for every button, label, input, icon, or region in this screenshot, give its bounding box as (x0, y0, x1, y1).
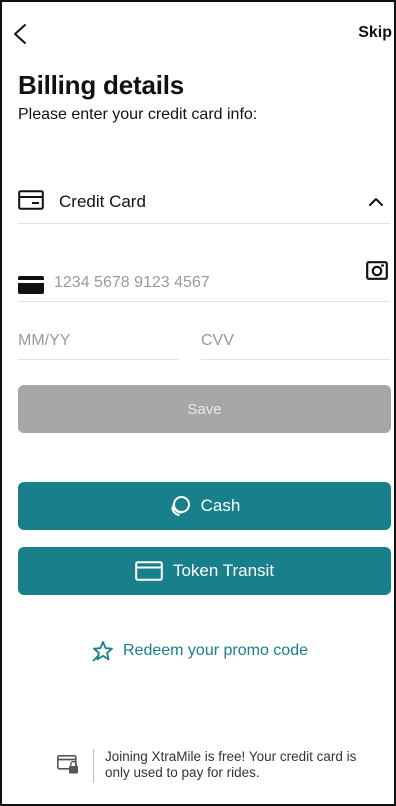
back-button[interactable] (10, 20, 34, 48)
secure-card-lock-icon (57, 755, 79, 780)
redeem-promo-link[interactable]: Redeem your promo code (2, 640, 396, 662)
credit-card-outline-icon (135, 561, 163, 581)
screen: Skip Billing details Please enter your c… (0, 0, 396, 806)
chevron-up-icon[interactable] (368, 194, 384, 212)
page-title: Billing details (18, 70, 185, 100)
credit-card-filled-icon (18, 276, 44, 299)
payment-method-selector[interactable]: Credit Card (18, 180, 390, 224)
camera-scan-icon[interactable] (366, 260, 388, 285)
token-transit-button[interactable]: Token Transit (18, 547, 391, 595)
expiry-field (18, 332, 179, 360)
cash-coin-icon (169, 495, 191, 517)
cvv-field (201, 332, 390, 360)
footer-note: Joining XtraMile is free! Your credit ca… (57, 747, 377, 787)
chevron-left-icon (14, 24, 26, 44)
footer-text: Joining XtraMile is free! Your credit ca… (105, 749, 357, 780)
card-number-row (18, 260, 390, 302)
skip-button[interactable]: Skip (358, 24, 392, 42)
cvv-input[interactable] (201, 332, 390, 350)
page-subtitle: Please enter your credit card info: (18, 106, 258, 123)
top-bar: Skip (2, 18, 396, 52)
redeem-promo-label: Redeem your promo code (123, 642, 308, 659)
card-number-input[interactable] (54, 274, 344, 292)
cash-button[interactable]: Cash (18, 482, 391, 530)
credit-card-outline-icon (18, 190, 44, 215)
save-button[interactable]: Save (18, 385, 391, 433)
footer-divider (93, 749, 94, 783)
promo-star-icon (92, 640, 114, 662)
payment-method-label: Credit Card (59, 192, 146, 211)
token-transit-button-label: Token Transit (172, 561, 275, 580)
expiry-input[interactable] (18, 332, 179, 350)
cash-button-label: Cash (200, 496, 241, 515)
